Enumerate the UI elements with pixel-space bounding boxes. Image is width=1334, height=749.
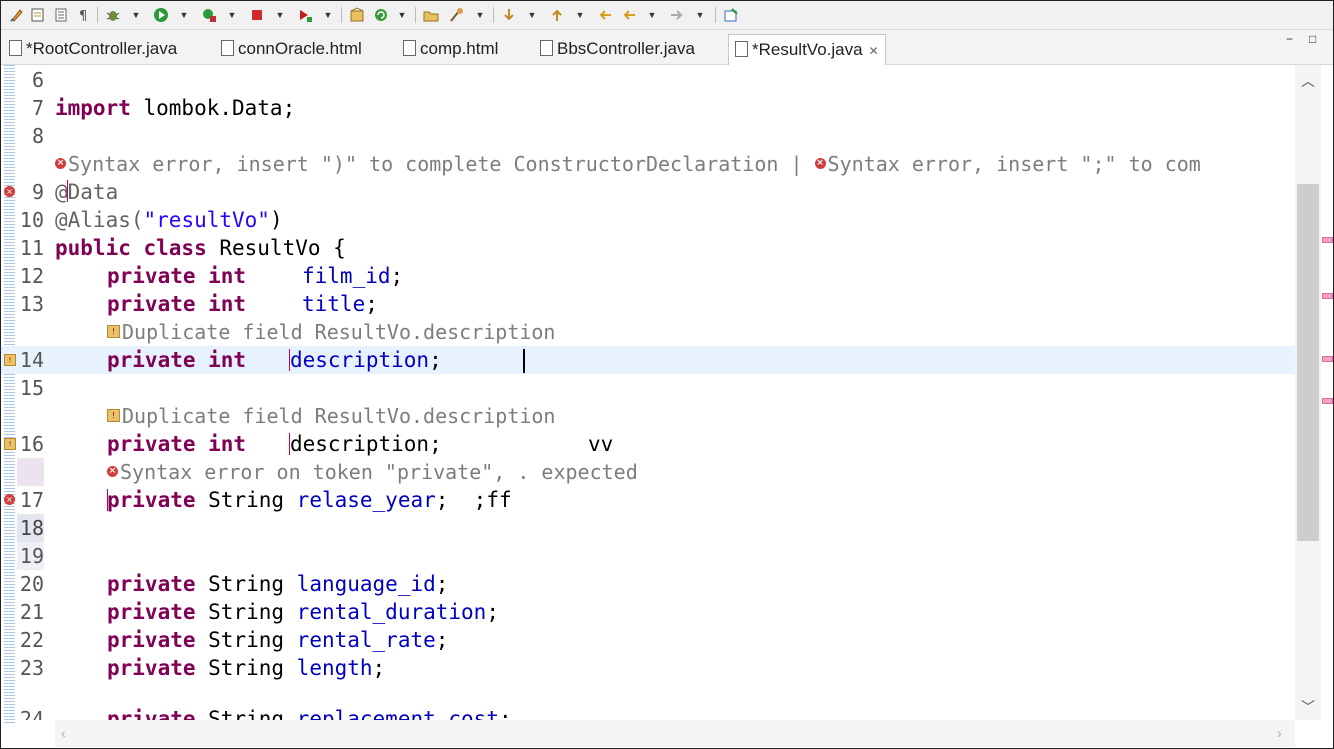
- code-line-11: 11 public class ResultVo {: [19, 236, 346, 260]
- forward-icon[interactable]: [669, 7, 685, 23]
- scroll-down-icon[interactable]: ﹀: [1301, 697, 1315, 717]
- back-icon[interactable]: [621, 7, 637, 23]
- previous-annotation-icon[interactable]: [549, 7, 565, 23]
- last-edit-icon[interactable]: [597, 7, 613, 23]
- warning-marker-icon[interactable]: !: [4, 354, 16, 366]
- code-line-13: 13 private int title;: [19, 292, 378, 316]
- external-tools-icon[interactable]: [297, 7, 313, 23]
- next-annotation-icon[interactable]: [501, 7, 517, 23]
- quick-access-icon[interactable]: [9, 7, 25, 23]
- text-caret: [523, 349, 525, 373]
- refresh-icon[interactable]: [373, 7, 389, 23]
- run-coverage-icon[interactable]: [201, 7, 217, 23]
- code-line-14: ! 14 private int description;: [1, 346, 1295, 374]
- eclipse-window: ¶ ▼ ▼ ▼ ▼ ▼ ▼ ▼ ▼ ▼ ▼ ▼ *RootController.…: [0, 0, 1334, 749]
- close-icon[interactable]: ✕: [869, 44, 879, 58]
- code-line-7: 7 import lombok.Data;: [31, 96, 296, 120]
- scroll-right-icon[interactable]: ›: [1277, 725, 1282, 741]
- code-line-10: 10 @Alias("resultVo"): [19, 208, 283, 232]
- text-cursor-mark: [67, 180, 68, 202]
- svg-text:¶: ¶: [79, 9, 87, 23]
- error-icon: ×: [55, 158, 66, 169]
- error-marker-icon[interactable]: ×: [4, 494, 15, 505]
- search-icon[interactable]: [449, 7, 465, 23]
- overview-ruler[interactable]: [1321, 65, 1333, 720]
- code-editor[interactable]: 6 7 import lombok.Data; 8 × Syntax error, …: [1, 65, 1333, 748]
- stop-icon[interactable]: [249, 7, 265, 23]
- text-cursor-mark: [289, 433, 290, 455]
- html-file-icon: [403, 39, 416, 56]
- tab-root-controller[interactable]: *RootController.java: [9, 34, 177, 63]
- text-cursor-mark: [289, 349, 290, 371]
- code-line-21: 21 private String rental_duration;: [19, 600, 499, 624]
- code-line-22: 22 private String rental_rate;: [19, 628, 449, 652]
- warning-icon: !: [107, 409, 120, 422]
- run-icon[interactable]: [153, 7, 169, 23]
- minimize-icon[interactable]: −: [1286, 32, 1293, 46]
- code-line-6: 6: [31, 68, 44, 92]
- code-line-12: 12 private int film_id;: [19, 264, 404, 288]
- code-line-20: 20 private String language_id;: [19, 572, 449, 596]
- error-codemining-1[interactable]: × Syntax error, insert ")" to complete Co…: [1, 150, 1295, 178]
- overview-marker[interactable]: [1322, 237, 1333, 243]
- tab-bbs-controller[interactable]: BbsController.java: [540, 34, 695, 63]
- line-highlight: [17, 458, 44, 486]
- scroll-up-icon[interactable]: ︿: [1301, 71, 1315, 91]
- overview-marker[interactable]: [1322, 398, 1333, 404]
- editor-tab-bar: *RootController.java connOracle.html com…: [1, 30, 1333, 65]
- code-line-8: 8: [31, 124, 44, 148]
- code-line-24: 24 private String replacement_cost;: [19, 707, 512, 720]
- code-line-17: × 17 private String relase_year; ;ff: [1, 486, 1295, 514]
- overview-marker[interactable]: [1322, 293, 1333, 299]
- code-line-23: 23 private String length;: [19, 656, 386, 680]
- java-file-icon: [540, 39, 553, 56]
- error-codemining-2[interactable]: × Syntax error on token "private", . expe…: [1, 458, 1295, 486]
- warning-marker-icon[interactable]: !: [4, 438, 16, 450]
- warning-codemining-1[interactable]: ! Duplicate field ResultVo.description: [1, 318, 1295, 346]
- error-marker-icon[interactable]: ×: [4, 186, 15, 197]
- open-type-icon[interactable]: [423, 7, 439, 23]
- main-toolbar: ¶ ▼ ▼ ▼ ▼ ▼ ▼ ▼ ▼ ▼ ▼ ▼: [1, 1, 1333, 30]
- code-line-9: × 9 @Data: [1, 178, 1295, 206]
- error-icon: ×: [814, 158, 826, 169]
- maximize-icon[interactable]: □: [1309, 32, 1316, 46]
- tab-result-vo[interactable]: *ResultVo.java ✕: [728, 34, 886, 65]
- vertical-scrollbar-thumb[interactable]: [1297, 184, 1319, 541]
- warning-codemining-2[interactable]: ! Duplicate field ResultVo.description: [1, 402, 1295, 430]
- warning-icon: !: [107, 325, 120, 338]
- code-line-16: ! 16 private int description; vv: [1, 430, 1295, 458]
- tab-comp[interactable]: comp.html: [403, 34, 498, 63]
- error-icon: ×: [107, 466, 118, 477]
- scroll-left-icon[interactable]: ‹: [61, 725, 66, 741]
- show-whitespace-icon[interactable]: [53, 7, 69, 23]
- tab-conn-oracle[interactable]: connOracle.html: [221, 34, 362, 63]
- code-line-19: 19: [1, 542, 1295, 570]
- text-cursor-mark: [107, 489, 108, 511]
- code-line-18: 18: [1, 514, 1295, 542]
- save-all-icon[interactable]: [30, 7, 46, 23]
- overview-marker[interactable]: [1322, 356, 1333, 362]
- pilcrow-icon[interactable]: ¶: [76, 7, 92, 23]
- html-file-icon: [221, 39, 234, 56]
- horizontal-scrollbar[interactable]: [55, 720, 1295, 747]
- debug-icon[interactable]: [105, 7, 121, 23]
- code-line-15: 15: [19, 376, 44, 400]
- new-package-icon[interactable]: [349, 7, 365, 23]
- java-file-icon: [735, 40, 748, 57]
- pin-editor-icon[interactable]: [723, 7, 739, 23]
- java-file-icon: [9, 39, 22, 56]
